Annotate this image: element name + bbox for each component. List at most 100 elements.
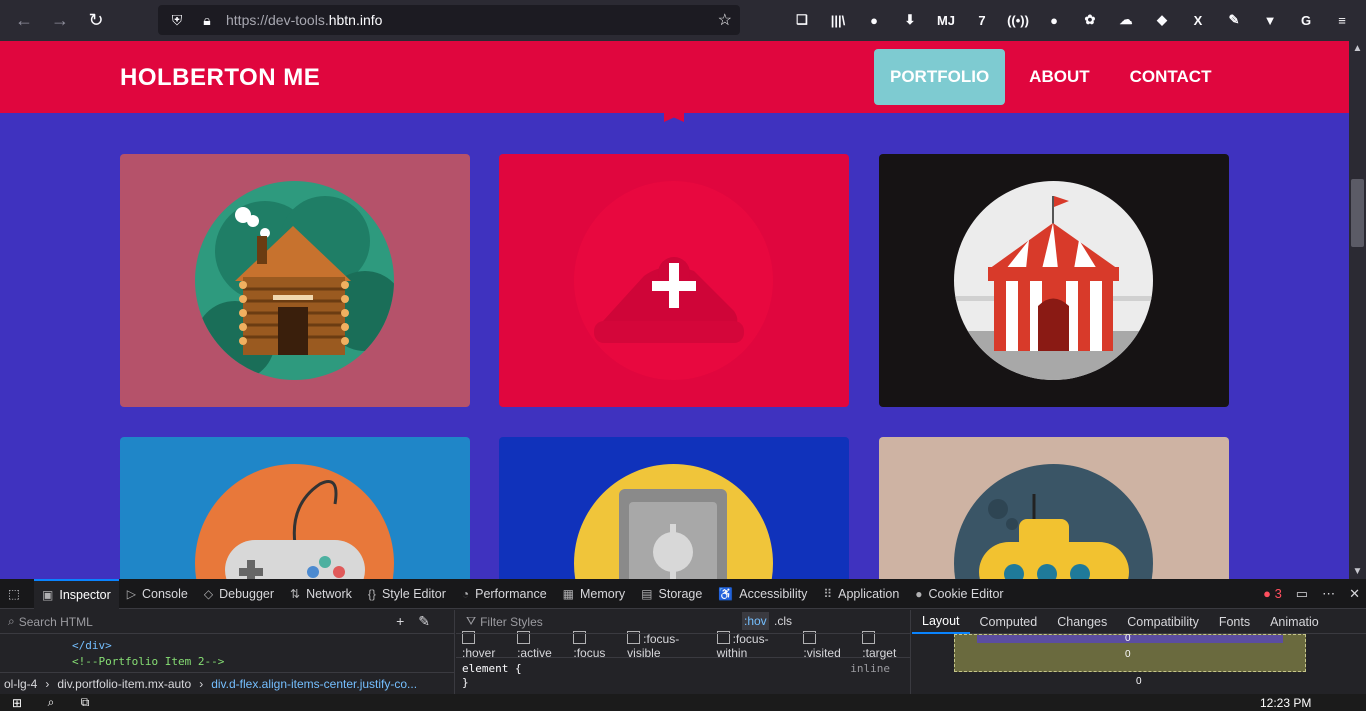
- devtools-tab-style-editor[interactable]: {} Style Editor: [360, 579, 454, 609]
- reload-button[interactable]: ↻: [78, 2, 114, 38]
- pseudo-checkbox[interactable]: :target: [862, 631, 910, 660]
- extension-icon[interactable]: 7: [964, 6, 1000, 34]
- tab-glyph-icon: ▷: [126, 586, 136, 601]
- portfolio-item-add[interactable]: [499, 154, 849, 407]
- extension-icon[interactable]: ●: [856, 6, 892, 34]
- nav-link-portfolio[interactable]: PORTFOLIO: [874, 49, 1006, 105]
- box-value-top[interactable]: 0: [1125, 633, 1131, 644]
- markup-line[interactable]: <!--Portfolio Item 2-->: [72, 654, 454, 670]
- devtools-tab-cookie-editor[interactable]: ● Cookie Editor: [907, 579, 1011, 609]
- search-placeholder[interactable]: Search HTML: [19, 615, 93, 629]
- extension-icons: ❏ |||\ ● ⬇ MJ 7 ((•)) ● ✿ ☁ ◆ X ✎ ▼ G ≡: [784, 6, 1360, 34]
- extension-icon[interactable]: ✎: [1216, 6, 1252, 34]
- portfolio-item-cabin[interactable]: [120, 154, 470, 407]
- portfolio-item-submarine[interactable]: [879, 437, 1229, 579]
- devtools-panel: ⬚ ▣ Inspector ▷ Console ◇ Debugger ⇅ Network {} S…: [0, 578, 1366, 694]
- pseudo-checkbox[interactable]: :focus-visible: [627, 631, 708, 660]
- extension-icon[interactable]: ◆: [1144, 6, 1180, 34]
- forward-button[interactable]: →: [42, 2, 78, 38]
- breadcrumb-item[interactable]: ol-lg-4: [4, 677, 37, 691]
- devtools-tab-network[interactable]: ⇅ Network: [282, 579, 360, 609]
- url-bar[interactable]: ⛨ 🔒︎ https://dev-tools.hbtn.info ☆: [158, 5, 740, 35]
- scrollbar-thumb[interactable]: [1351, 179, 1364, 247]
- shield-icon[interactable]: ⛨: [166, 12, 188, 29]
- extension-icon[interactable]: |||\: [820, 6, 856, 34]
- scroll-down-icon[interactable]: ▼: [1349, 566, 1366, 577]
- dock-icon[interactable]: ▭: [1296, 586, 1308, 602]
- pseudo-checkbox[interactable]: :focus-within: [717, 631, 796, 660]
- site-header: HOLBERTON ME PORTFOLIO ABOUT CONTACT: [0, 41, 1349, 113]
- element-picker-icon[interactable]: ⬚: [0, 579, 34, 609]
- layout-tab-animatio[interactable]: Animatio: [1260, 615, 1329, 629]
- portfolio-item-circus[interactable]: [879, 154, 1229, 407]
- devtools-tab-accessibility[interactable]: ♿ Accessibility: [710, 579, 815, 609]
- lock-icon[interactable]: 🔒︎: [196, 12, 218, 29]
- pseudo-checkbox[interactable]: :focus: [573, 631, 619, 660]
- layout-tab-changes[interactable]: Changes: [1047, 615, 1117, 629]
- nav-link-contact[interactable]: CONTACT: [1114, 49, 1228, 105]
- layout-tab-layout[interactable]: Layout: [912, 610, 970, 634]
- pseudo-checkbox[interactable]: :hover: [462, 631, 509, 660]
- breadcrumb-separator-icon: ›: [45, 676, 50, 691]
- filter-placeholder[interactable]: Filter Styles: [480, 615, 543, 629]
- devtools-tab-performance[interactable]: ◔ Performance: [454, 579, 555, 609]
- portfolio-item-game[interactable]: [120, 437, 470, 579]
- element-rule[interactable]: element { } inline: [456, 658, 910, 694]
- extension-icon[interactable]: ❏: [784, 6, 820, 34]
- hov-toggle[interactable]: :hov: [742, 612, 769, 630]
- box-value-bottom[interactable]: 0: [1125, 649, 1131, 660]
- add-node-icon[interactable]: +✎: [396, 613, 444, 630]
- devtools-tab-inspector[interactable]: ▣ Inspector: [34, 578, 119, 609]
- tab-label: Application: [838, 586, 900, 601]
- layout-tab-fonts[interactable]: Fonts: [1209, 615, 1260, 629]
- tab-glyph-icon: ⠿: [823, 586, 833, 601]
- markup-view[interactable]: </div> <!--Portfolio Item 2-->: [0, 634, 454, 670]
- box-value-margin[interactable]: 0: [1136, 676, 1142, 687]
- breadcrumb-item[interactable]: div.portfolio-item.mx-auto: [57, 677, 191, 691]
- nav-link-about[interactable]: ABOUT: [1013, 49, 1105, 105]
- site-nav: PORTFOLIO ABOUT CONTACT: [874, 49, 1235, 105]
- search-icon[interactable]: ⌕: [34, 695, 68, 710]
- extension-icon[interactable]: MJ: [928, 6, 964, 34]
- clock[interactable]: 12:23 PM: [1260, 696, 1311, 710]
- task-view-icon[interactable]: ⧉: [68, 695, 102, 710]
- html-pane: ⌕ Search HTML +✎ </div> <!--Portfolio Ite…: [0, 610, 455, 694]
- extension-icon[interactable]: ≡: [1324, 6, 1360, 34]
- devtools-tab-console[interactable]: ▷ Console: [119, 579, 196, 609]
- bookmark-star-icon[interactable]: ☆: [718, 10, 732, 30]
- extension-icon[interactable]: ☁: [1108, 6, 1144, 34]
- start-icon[interactable]: ⊞: [0, 696, 34, 710]
- markup-line[interactable]: </div>: [72, 638, 454, 654]
- extension-icon[interactable]: ●: [1036, 6, 1072, 34]
- breadcrumb-item[interactable]: div.d-flex.align-items-center.justify-co…: [211, 677, 417, 691]
- extension-icon[interactable]: ✿: [1072, 6, 1108, 34]
- tab-glyph-icon: ▦: [562, 586, 575, 601]
- tab-label: Console: [142, 586, 188, 601]
- extension-icon[interactable]: ((•)): [1000, 6, 1036, 34]
- extension-icon[interactable]: ⬇: [892, 6, 928, 34]
- site-brand[interactable]: HOLBERTON ME: [120, 64, 320, 92]
- cls-toggle[interactable]: .cls: [774, 614, 792, 628]
- layout-tab-compatibility[interactable]: Compatibility: [1117, 615, 1209, 629]
- scroll-up-icon[interactable]: ▲: [1349, 43, 1366, 54]
- url-text[interactable]: https://dev-tools.hbtn.info: [226, 12, 382, 28]
- game-controller-icon: [195, 464, 394, 579]
- page-scrollbar[interactable]: ▲ ▼: [1349, 41, 1366, 579]
- devtools-tab-storage[interactable]: ▤ Storage: [633, 579, 710, 609]
- pseudo-checkbox[interactable]: :visited: [803, 631, 854, 660]
- filter-styles-field[interactable]: ⛛ Filter Styles :hov .cls: [456, 610, 910, 634]
- search-html-field[interactable]: ⌕ Search HTML +✎: [0, 610, 454, 634]
- close-icon[interactable]: ✕: [1349, 586, 1360, 602]
- extension-icon[interactable]: X: [1180, 6, 1216, 34]
- layout-tab-computed[interactable]: Computed: [970, 615, 1048, 629]
- devtools-tab-application[interactable]: ⠿ Application: [815, 579, 907, 609]
- devtools-tab-debugger[interactable]: ◇ Debugger: [196, 579, 282, 609]
- portfolio-item-safe[interactable]: [499, 437, 849, 579]
- error-count-badge[interactable]: ● 3: [1263, 586, 1282, 602]
- back-button[interactable]: ←: [6, 2, 42, 38]
- devtools-tab-memory[interactable]: ▦ Memory: [555, 579, 634, 609]
- pseudo-checkbox[interactable]: :active: [517, 631, 565, 660]
- extension-icon[interactable]: G: [1288, 6, 1324, 34]
- extension-icon[interactable]: ▼: [1252, 6, 1288, 34]
- more-menu-icon[interactable]: ⋯: [1322, 586, 1335, 602]
